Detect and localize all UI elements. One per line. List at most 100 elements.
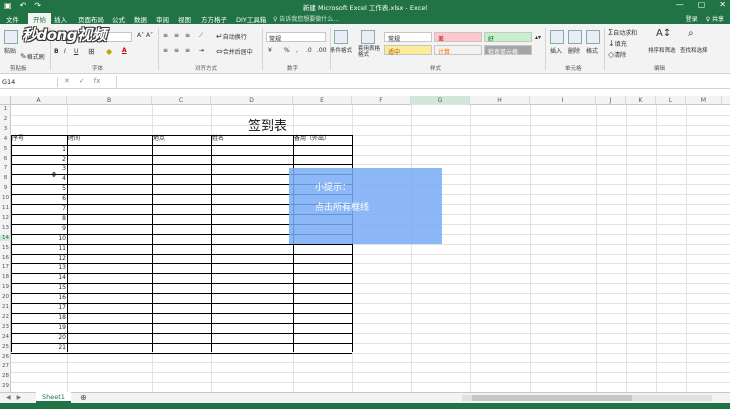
sequence-cell[interactable]: 15 xyxy=(11,283,66,293)
row-header[interactable]: 15 xyxy=(0,245,11,251)
fill-button[interactable]: ↓填充 xyxy=(608,39,627,48)
shrink-font-button[interactable]: A˅ xyxy=(146,32,153,39)
sequence-cell[interactable]: 11 xyxy=(11,244,66,254)
indent-icon[interactable]: ⇥ xyxy=(199,47,204,54)
column-header-m[interactable]: M xyxy=(686,96,722,105)
sequence-cell[interactable]: 6 xyxy=(11,194,66,204)
column-header-h[interactable]: H xyxy=(470,96,530,105)
sequence-cell[interactable]: 1 xyxy=(11,145,66,155)
conditional-format-button[interactable]: 条件格式 xyxy=(330,46,352,54)
sequence-cell[interactable]: 5 xyxy=(11,184,66,194)
row-header[interactable]: 22 xyxy=(0,314,11,320)
row-header[interactable]: 11 xyxy=(0,205,11,211)
sort-filter-button[interactable]: 排序和筛选 xyxy=(648,46,676,54)
row-header[interactable]: 4 xyxy=(0,136,11,142)
column-header-c[interactable]: C xyxy=(152,96,211,105)
row-header[interactable]: 24 xyxy=(0,334,11,340)
orientation-icon[interactable]: ⟋ xyxy=(199,32,203,40)
enter-icon[interactable]: ✓ xyxy=(79,77,85,85)
style-normal[interactable]: 常规 xyxy=(384,32,432,43)
find-select-button[interactable]: 查找和选择 xyxy=(680,46,708,54)
tab-review[interactable]: 审阅 xyxy=(156,14,169,24)
conditional-format-icon[interactable] xyxy=(334,30,348,44)
row-header[interactable]: 27 xyxy=(0,363,11,369)
format-as-table-icon[interactable] xyxy=(361,30,375,44)
row-header[interactable]: 25 xyxy=(0,344,11,350)
row-header[interactable]: 26 xyxy=(0,354,11,360)
tab-fangfanggezi[interactable]: 方方格子 xyxy=(201,14,227,24)
row-header[interactable]: 5 xyxy=(0,146,11,152)
sequence-cell[interactable]: 19 xyxy=(11,323,66,333)
tab-file[interactable]: 文件 xyxy=(6,14,19,24)
maximize-icon[interactable]: ▢ xyxy=(698,0,706,9)
row-header[interactable]: 7 xyxy=(0,165,11,171)
styles-scroll-icon[interactable]: ▴▾ xyxy=(535,34,541,41)
style-neutral[interactable]: 适中 xyxy=(384,45,432,56)
sequence-cell[interactable]: 13 xyxy=(11,263,66,273)
number-format-select[interactable]: 常规 xyxy=(266,32,326,43)
column-header-e[interactable]: E xyxy=(293,96,352,105)
tab-insert[interactable]: 插入 xyxy=(54,14,67,24)
column-header-k[interactable]: K xyxy=(626,96,656,105)
horizontal-scrollbar[interactable] xyxy=(462,395,712,401)
tab-home[interactable]: 开始 xyxy=(28,13,51,24)
grow-font-button[interactable]: A˄ xyxy=(137,32,144,39)
sequence-cell[interactable]: 12 xyxy=(11,254,66,264)
sequence-cell[interactable]: 18 xyxy=(11,313,66,323)
sequence-cell[interactable]: 21 xyxy=(11,343,66,353)
row-header[interactable]: 18 xyxy=(0,274,11,280)
sequence-cell[interactable]: 9 xyxy=(11,224,66,234)
sequence-cell[interactable]: 20 xyxy=(11,333,66,343)
format-cells-icon[interactable] xyxy=(586,30,600,44)
insert-function-icon[interactable]: fx xyxy=(94,77,101,85)
format-as-table-button[interactable]: 套用表格格式 xyxy=(358,46,382,58)
sheet-tab-sheet1[interactable]: Sheet1 xyxy=(36,392,71,403)
column-header-f[interactable]: F xyxy=(352,96,411,105)
tab-page-layout[interactable]: 页面布局 xyxy=(78,14,104,24)
sequence-cell[interactable]: 8 xyxy=(11,214,66,224)
name-box[interactable]: G14 xyxy=(0,77,58,87)
sheet-next-icon[interactable]: ▶ xyxy=(17,394,22,401)
close-icon[interactable]: ✕ xyxy=(719,0,726,9)
scrollbar-thumb[interactable] xyxy=(472,395,632,401)
align-center-icon[interactable]: ≡ xyxy=(174,47,179,54)
percent-button[interactable]: % xyxy=(284,47,290,54)
sequence-cell[interactable]: 3 xyxy=(11,164,66,174)
merge-center-button[interactable]: ⇔合并后居中 xyxy=(216,47,253,56)
column-header-b[interactable]: B xyxy=(67,96,152,105)
column-header-j[interactable]: J xyxy=(596,96,626,105)
decrease-decimal-icon[interactable]: .00 xyxy=(317,47,327,54)
tab-view[interactable]: 视图 xyxy=(178,14,191,24)
paste-button[interactable]: 粘贴 xyxy=(4,46,16,55)
format-cells-button[interactable]: 格式 xyxy=(586,46,598,55)
insert-cells-icon[interactable] xyxy=(550,30,564,44)
row-header[interactable]: 14 xyxy=(0,234,11,241)
cancel-icon[interactable]: ✕ xyxy=(64,77,70,85)
tab-formulas[interactable]: 公式 xyxy=(112,14,125,24)
row-header[interactable]: 19 xyxy=(0,284,11,290)
row-header[interactable]: 16 xyxy=(0,255,11,261)
tab-diy-toolbox[interactable]: DIY工具箱 xyxy=(236,14,266,24)
sort-filter-icon[interactable]: A↕ xyxy=(656,28,671,39)
format-painter-button[interactable]: ✎格式刷 xyxy=(20,52,45,61)
sequence-cell[interactable]: 4 xyxy=(11,174,66,184)
row-header[interactable]: 23 xyxy=(0,324,11,330)
column-header-i[interactable]: I xyxy=(530,96,596,105)
italic-button[interactable]: I xyxy=(64,48,66,55)
login-link[interactable]: 登录 xyxy=(686,14,698,23)
column-header-l[interactable]: L xyxy=(656,96,686,105)
row-header[interactable]: 13 xyxy=(0,225,11,231)
row-header[interactable]: 6 xyxy=(0,156,11,162)
wrap-text-button[interactable]: ↵自动换行 xyxy=(216,32,247,41)
delete-cells-button[interactable]: 删除 xyxy=(568,46,580,55)
column-header-g[interactable]: G xyxy=(411,96,470,105)
align-left-icon[interactable]: ≡ xyxy=(163,47,168,54)
bold-button[interactable]: B xyxy=(54,48,59,55)
find-icon[interactable]: ⌕ xyxy=(688,28,694,39)
row-header[interactable]: 20 xyxy=(0,294,11,300)
row-header[interactable]: 2 xyxy=(0,116,11,122)
style-check-cell[interactable]: 检查单元格 xyxy=(484,45,532,56)
sequence-cell[interactable]: 7 xyxy=(11,204,66,214)
add-sheet-icon[interactable]: ⊕ xyxy=(80,393,87,402)
row-header[interactable]: 28 xyxy=(0,373,11,379)
